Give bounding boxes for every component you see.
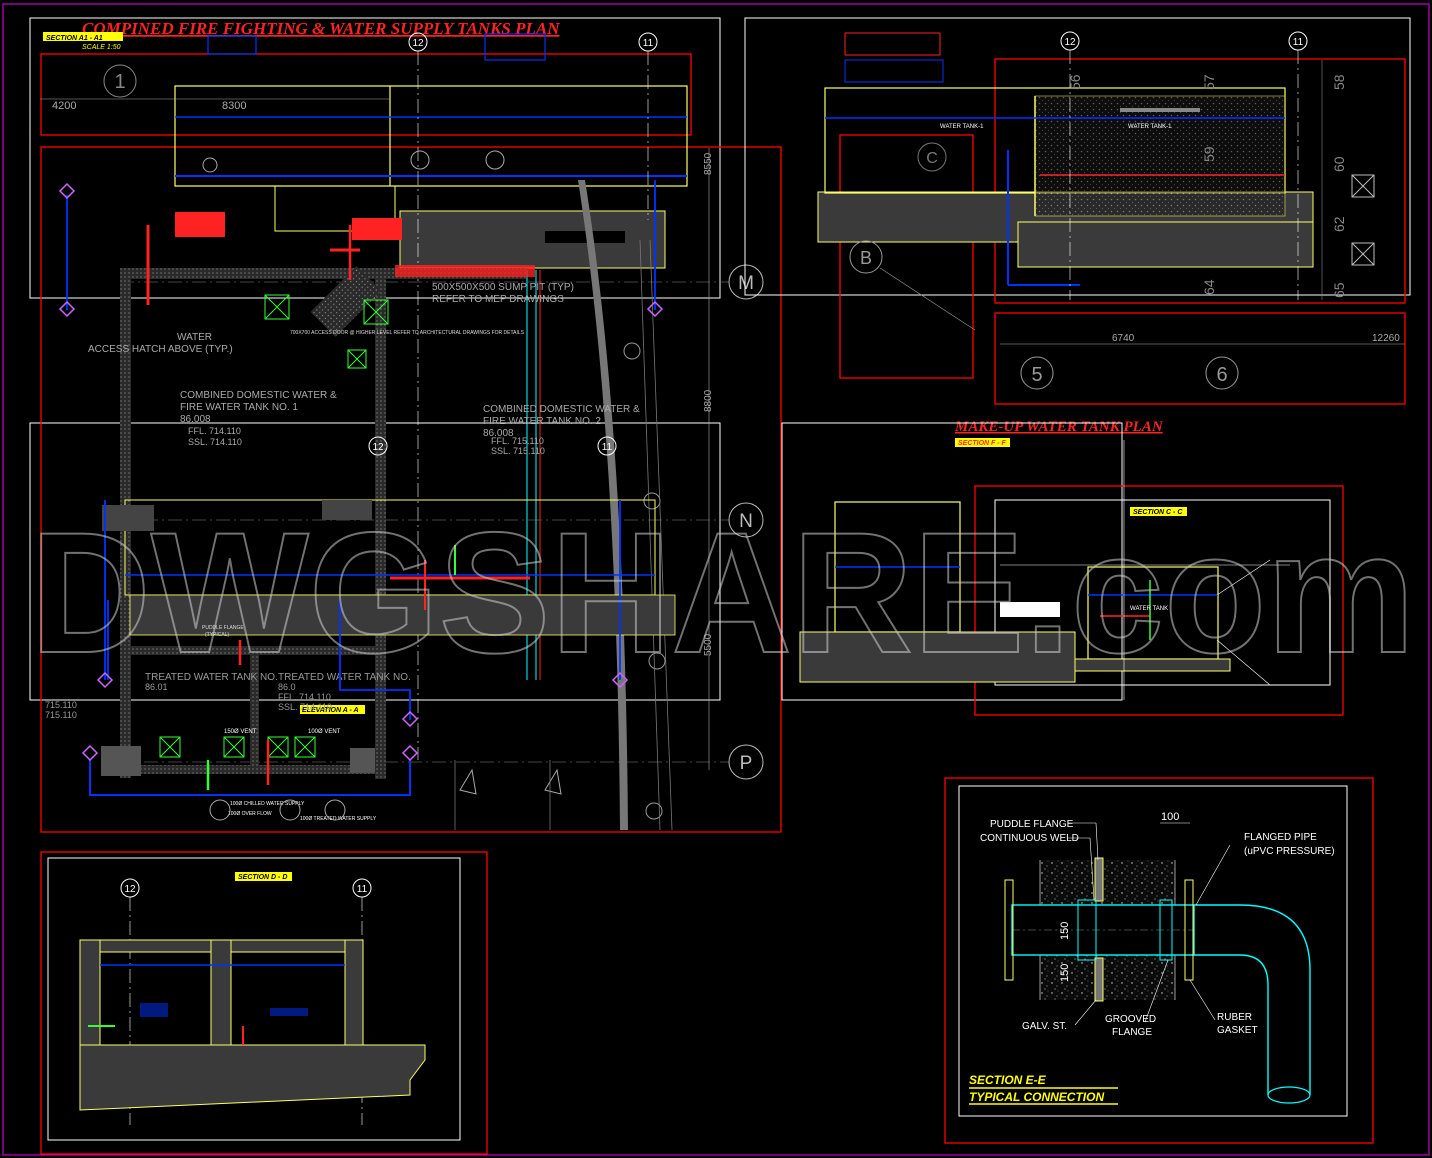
label-grooved: GROOVED [1105,1014,1156,1025]
tank2-label-b: FIRE WATER TANK NO. 2 [483,416,601,427]
svg-text:6: 6 [1216,364,1227,386]
hatch-note: 700X700 ACCESS DOOR @ HIGHER LEVEL REFER… [290,330,525,336]
dim-150-wall: 150 [1059,964,1071,982]
tank1-level: 86.008 [180,414,211,425]
dim-58: 58 [1331,74,1347,90]
dim-8550: 8550 [703,152,714,175]
svg-text:P: P [740,753,753,774]
svg-text:12: 12 [1064,37,1076,48]
label-puddle-flange: PUDDLE FLANGE [990,819,1074,830]
level-715-b: 715.110 [45,710,77,720]
main-title: COMPINED FIRE FIGHTING & WATER SUPPLY TA… [82,19,560,38]
wall-hatched-bottom [131,765,386,774]
tank1-label-a: COMBINED DOMESTIC WATER & [180,390,337,401]
svg-text:12: 12 [124,884,136,895]
equipment-box-right-2 [1351,242,1375,266]
cad-drawing-sheet: COMPINED FIRE FIGHTING & WATER SUPPLY TA… [2,3,1430,1156]
dim-64: 64 [1201,279,1217,295]
tank2-label-a: COMBINED DOMESTIC WATER & [483,404,640,415]
label-ruber: RUBER [1217,1012,1252,1023]
svg-text:5: 5 [1031,364,1042,386]
sump-pit-ref: REFER TO MEP DRAWINGS [432,294,564,305]
sump-pit-label: 500X500X500 SUMP PIT (TYP) [432,282,574,293]
vent-box-1 [159,736,181,758]
label-continuous-weld: CONTINUOUS WELD [980,833,1079,844]
label-flange: FLANGE [1112,1027,1152,1038]
section-e-subtitle: TYPICAL CONNECTION [969,1090,1104,1104]
grid-bubble-B: B [849,240,883,274]
level-715-a: 715.110 [45,700,77,710]
grid-bubble-5: 5 [1020,356,1054,390]
label-flanged-pipe: FLANGED PIPE [1244,832,1317,843]
scale-tag: SCALE 1:50 [82,44,121,51]
svg-text:1: 1 [114,71,125,93]
section-d-tag: SECTION D - D [238,874,287,881]
label-gasket: GASKET [1217,1025,1258,1036]
dim-56: 56 [1067,74,1083,90]
vent-box-2 [223,736,245,758]
section-f-tag: SECTION F - F [958,440,1007,447]
treated-ffl: FFL. 714.110 [278,692,331,702]
grid-bubble-1: 1 [103,64,137,98]
overflow-label: 100Ø OVER FLOW [228,811,272,817]
dim-65: 65 [1331,282,1347,298]
watermark: DWGSHARE.com [30,497,1415,689]
svg-text:11: 11 [357,884,368,895]
dim-8300: 8300 [222,100,246,112]
svg-text:11: 11 [1293,37,1304,48]
tank2-ffl: FFL. 715.110 [491,436,544,446]
access-hatch-label: ACCESS HATCH ABOVE (TYP.) [88,344,233,355]
pipe-elbow [1194,904,1311,1095]
dim-4200: 4200 [52,100,76,112]
vent-100-label: 100Ø VENT [308,729,341,735]
right-top-section: WATER TANK-1 WATER TANK-1 12 11 B C 56 5… [744,17,1411,405]
tank-label-right: WATER TANK-1 [1128,124,1172,130]
tank2-ssl: SSL. 715.110 [491,446,545,456]
dim-12260: 12260 [1372,333,1400,344]
equipment-box-right-1 [1351,174,1375,198]
access-box-small [347,349,367,369]
svg-text:11: 11 [602,442,613,453]
tank-label-water-1: WATER TANK-1 [940,124,984,130]
label-galv: GALV. ST. [1022,1021,1067,1032]
svg-text:11: 11 [643,38,654,49]
section-e-e-detail: 100 150 150 PUDDLE FLANGE CONTINUOUS WEL… [944,777,1374,1144]
dim-60: 60 [1331,156,1347,172]
grid-bubble-C: C [917,142,947,172]
dim-100: 100 [1161,811,1179,823]
vent-150-label: 150Ø VENT [224,729,257,735]
water-label: WATER [177,332,212,343]
grid-bubble-6: 6 [1205,356,1239,390]
svg-text:C: C [926,150,938,167]
svg-text:M: M [738,273,754,294]
chilled-water-label: 100Ø CHILLED WATER SUPPLY [230,801,305,807]
svg-text:12: 12 [372,442,384,453]
tank1-ssl: SSL. 714.110 [188,437,242,447]
section-d-d: SECTION D - D 12 11 [40,851,488,1155]
vent-box-3 [267,736,289,758]
dim-57: 57 [1201,74,1217,90]
access-box-top [264,294,290,320]
dim-59: 59 [1201,146,1217,162]
dim-62: 62 [1331,216,1347,232]
makeup-title: MAKE-UP WATER TANK PLAN [954,419,1164,435]
section-e-title: SECTION E-E [969,1073,1047,1087]
dim-150-pipe: 150 [1059,922,1071,940]
tank-section-wall [174,85,688,187]
svg-text:B: B [860,248,872,268]
dim-6740: 6740 [1112,333,1135,344]
tank1-ffl: FFL. 714.110 [188,426,241,436]
vent-box-4 [294,736,316,758]
dim-8800: 8800 [703,389,714,412]
label-upvc: (uPVC PRESSURE) [1244,846,1335,857]
treated-ssl: SSL. 714.110 [278,702,332,712]
svg-text:12: 12 [412,38,424,49]
tank1-label-b: FIRE WATER TANK NO. 1 [180,402,298,413]
section-a1-tag: SECTION A1 - A1 [46,35,103,42]
plan-red-frame-top [40,53,692,136]
main-plan: COMPINED FIRE FIGHTING & WATER SUPPLY TA… [29,17,782,833]
